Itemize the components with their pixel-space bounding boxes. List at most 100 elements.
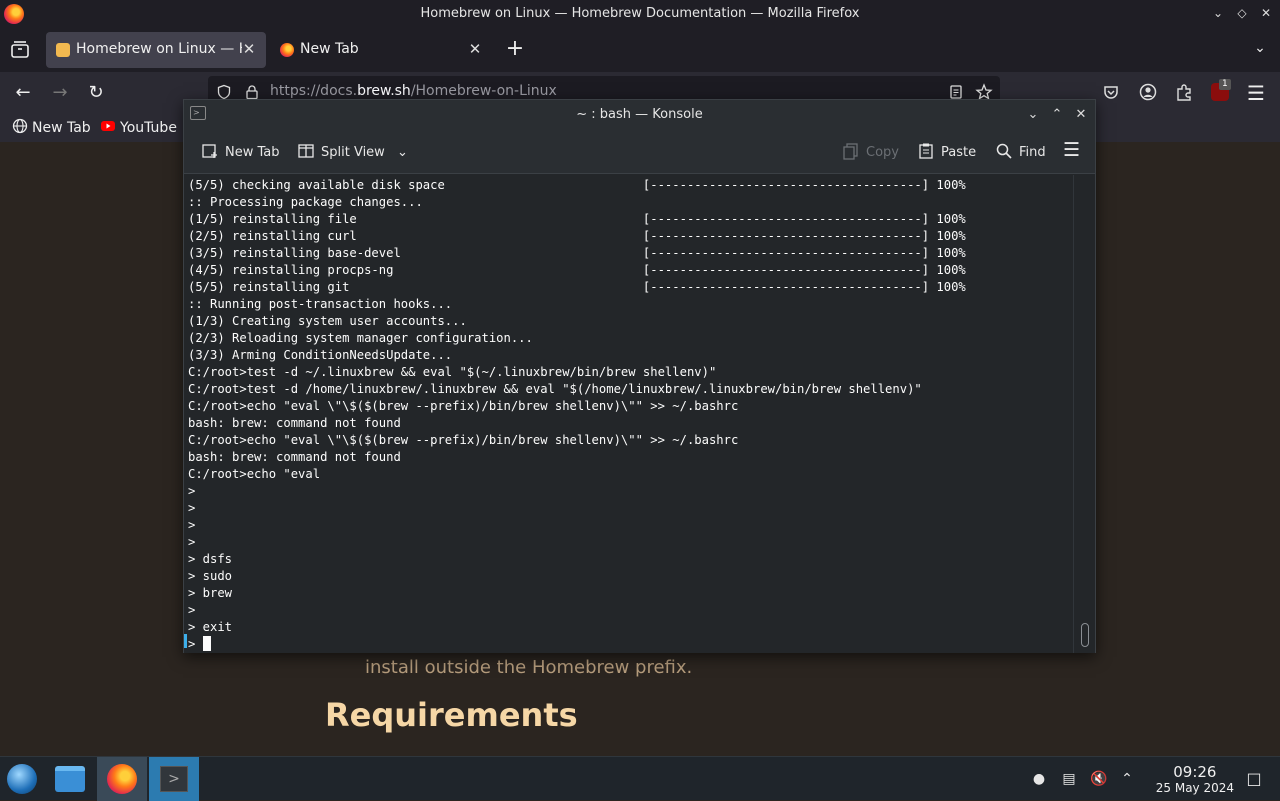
firefox-icon: [107, 764, 137, 794]
terminal-line: (1/5) reinstalling file [---------------…: [188, 212, 966, 226]
terminal-line: >: [188, 501, 196, 515]
paste-clipboard-icon: [919, 143, 933, 159]
taskbar-file-manager[interactable]: [45, 757, 95, 801]
find-button[interactable]: Find: [995, 142, 1046, 164]
close-window-icon[interactable]: ✕: [1072, 106, 1090, 124]
pocket-icon[interactable]: [1102, 83, 1120, 101]
maximize-icon[interactable]: ⌃: [1048, 106, 1066, 124]
account-icon[interactable]: [1139, 83, 1157, 101]
copy-button[interactable]: Copy: [842, 142, 899, 164]
terminal-line: :: Processing package changes...: [188, 195, 423, 209]
minimize-icon[interactable]: ⌄: [1210, 5, 1226, 21]
terminal-icon: >: [160, 766, 188, 792]
terminal-line: (5/5) checking available disk space [---…: [188, 178, 966, 192]
folder-icon: [55, 766, 85, 792]
tab-homebrew[interactable]: Homebrew on Linux — H ✕: [46, 32, 266, 68]
close-tab-icon[interactable]: ✕: [240, 40, 258, 58]
terminal-line: (3/3) Arming ConditionNeedsUpdate...: [188, 348, 453, 362]
terminal-line: > exit: [188, 620, 233, 634]
paste-button[interactable]: Paste: [917, 142, 976, 164]
terminal-line: C:/root>echo "eval \"\$($(brew --prefix)…: [188, 399, 739, 413]
new-tab-label: New Tab: [225, 145, 280, 160]
find-label: Find: [1019, 145, 1046, 160]
minimize-icon[interactable]: ⌄: [1024, 106, 1042, 124]
terminal-line: (3/5) reinstalling base-devel [---------…: [188, 246, 966, 260]
close-window-icon[interactable]: ✕: [1258, 5, 1274, 21]
network-icon[interactable]: ●: [1030, 770, 1048, 788]
split-view-button[interactable]: Split View ⌄: [297, 142, 408, 164]
scrollbar-thumb[interactable]: [1081, 623, 1089, 647]
terminal-output[interactable]: (5/5) checking available disk space [---…: [184, 175, 1074, 653]
shield-icon[interactable]: [216, 84, 232, 100]
terminal-line: > sudo: [188, 569, 233, 583]
new-tab-plus-icon[interactable]: +: [503, 38, 527, 62]
lock-icon[interactable]: [244, 84, 260, 100]
windows-orb-icon: [7, 764, 37, 794]
tab-new-tab[interactable]: New Tab ✕: [270, 32, 492, 68]
tray-expand-chevron-icon[interactable]: ⌃: [1118, 770, 1136, 788]
terminal-line: C:/root>echo "eval \"\$($(brew --prefix)…: [188, 433, 739, 447]
terminal-line: bash: brew: command not found: [188, 416, 401, 430]
terminal-line: :: Running post-transaction hooks...: [188, 297, 453, 311]
search-icon: [996, 143, 1012, 159]
terminal-line: C:/root>test -d /home/linuxbrew/.linuxbr…: [188, 382, 922, 396]
split-view-label: Split View: [321, 145, 385, 160]
terminal-line: >: [188, 535, 196, 549]
terminal-line: > dsfs: [188, 552, 233, 566]
reader-view-icon[interactable]: [948, 84, 964, 100]
page-heading-requirements: Requirements: [325, 696, 578, 734]
taskbar: > ● ▤ 🔇 ⌃ 09:26 25 May 2024 □: [0, 756, 1280, 801]
terminal-line: C:/root>test -d ~/.linuxbrew && eval "$(…: [188, 365, 717, 379]
url-text: https://docs.brew.sh/Homebrew-on-Linux: [270, 83, 557, 99]
terminal-scrollbar[interactable]: [1073, 175, 1095, 653]
bookmark-label: YouTube: [120, 120, 177, 136]
prompt-marker: [184, 634, 187, 648]
tab-bar: Homebrew on Linux — H ✕ New Tab ✕: [0, 28, 1280, 72]
tab-label: New Tab: [300, 41, 359, 57]
bookmark-label: New Tab: [32, 120, 91, 136]
firefox-titlebar: Homebrew on Linux — Homebrew Documentati…: [0, 0, 1280, 28]
maximize-icon[interactable]: ◇: [1234, 5, 1250, 21]
close-tab-icon[interactable]: ✕: [466, 40, 484, 58]
chevron-down-icon[interactable]: ⌄: [397, 145, 408, 160]
terminal-line: >: [188, 637, 203, 651]
terminal-line: C:/root>echo "eval: [188, 467, 321, 481]
tab-overview-icon[interactable]: [8, 38, 32, 62]
extensions-puzzle-icon[interactable]: [1175, 83, 1193, 101]
start-menu-button[interactable]: [0, 757, 50, 801]
back-arrow-icon[interactable]: ←: [12, 82, 34, 104]
show-desktop-icon[interactable]: □: [1245, 770, 1263, 788]
clipboard-icon[interactable]: ▤: [1060, 770, 1078, 788]
extension-badge: 1: [1219, 79, 1231, 90]
volume-muted-icon[interactable]: 🔇: [1090, 770, 1108, 788]
list-tabs-chevron-icon[interactable]: ⌄: [1250, 40, 1270, 60]
copy-icon: [843, 143, 858, 160]
terminal-line: >: [188, 518, 196, 532]
konsole-window: > ~ : bash — Konsole ⌄ ⌃ ✕ New Tab Split…: [183, 99, 1096, 653]
clock[interactable]: 09:26 25 May 2024: [1156, 763, 1234, 795]
terminal-line: (4/5) reinstalling procps-ng [----------…: [188, 263, 966, 277]
taskbar-konsole[interactable]: >: [149, 757, 199, 801]
tab-label: Homebrew on Linux — H: [76, 41, 242, 57]
terminal-cursor: [202, 636, 211, 651]
copy-label: Copy: [866, 145, 899, 160]
firefox-icon: [280, 43, 294, 57]
paste-label: Paste: [941, 145, 977, 160]
konsole-titlebar: > ~ : bash — Konsole ⌄ ⌃ ✕: [184, 100, 1095, 130]
beer-mug-icon: [56, 43, 70, 57]
new-tab-button[interactable]: New Tab: [201, 142, 280, 164]
konsole-toolbar: New Tab Split View ⌄ Copy Paste Find ☰: [184, 130, 1095, 174]
taskbar-firefox[interactable]: [97, 757, 147, 801]
reload-icon[interactable]: ↻: [85, 82, 107, 104]
forward-arrow-icon[interactable]: →: [49, 82, 71, 104]
terminal-text: (5/5) checking available disk space [---…: [184, 175, 1074, 653]
terminal-line: (2/5) reinstalling curl [---------------…: [188, 229, 966, 243]
terminal-line: (5/5) reinstalling git [----------------…: [188, 280, 966, 294]
hamburger-menu-icon[interactable]: ☰: [1063, 139, 1080, 161]
split-view-icon: [298, 144, 314, 158]
terminal-line: >: [188, 603, 196, 617]
bookmark-new-tab[interactable]: New Tab: [12, 118, 91, 136]
bookmark-youtube[interactable]: YouTube: [100, 118, 177, 136]
page-paragraph: install outside the Homebrew prefix.: [365, 657, 693, 678]
hamburger-menu-icon[interactable]: ☰: [1245, 82, 1267, 104]
